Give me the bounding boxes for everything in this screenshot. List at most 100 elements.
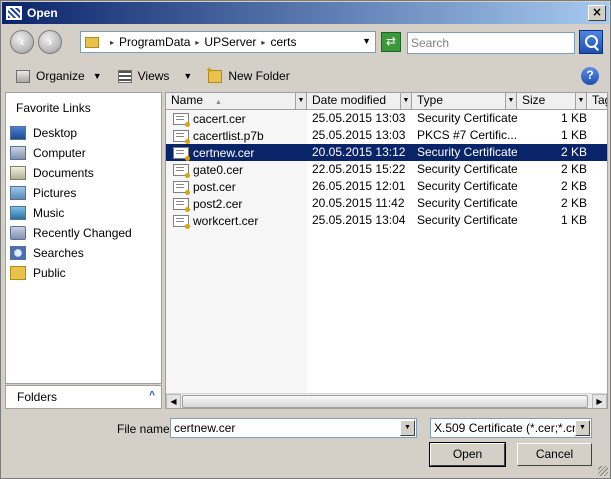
file-row[interactable]: gate0.cer 22.05.2015 15:22 Security Certif… [166,161,607,178]
resize-grip-icon[interactable] [598,466,608,476]
sidebar-item-public[interactable]: Public [9,263,159,283]
filetype-select[interactable]: X.509 Certificate (*.cer;*.crt;*.p ▼ [430,418,592,438]
chevron-down-icon[interactable]: ▼ [505,93,516,109]
file-size: 2 KB [560,196,587,210]
chevron-down-icon[interactable]: ▼ [400,93,411,109]
chevron-down-icon: ▼ [92,71,102,81]
organize-button[interactable]: Organize ▼ [16,69,102,83]
documents-icon [10,166,26,180]
sidebar-item-label: Searches [33,246,84,260]
file-type: PKCS #7 Certific... [417,128,517,142]
column-header-label: Type [417,93,444,107]
scrollbar-thumb[interactable] [182,395,588,408]
column-header-tags[interactable]: Tags [587,93,607,110]
searches-icon [10,246,26,260]
file-date: 25.05.2015 13:04 [312,213,406,227]
sidebar-item-documents[interactable]: Documents [9,163,159,183]
sidebar-item-label: Pictures [33,186,77,200]
folder-icon [85,36,99,48]
views-icon [117,69,132,83]
sidebar-item-pictures[interactable]: Pictures [9,183,159,203]
scroll-left-icon[interactable]: ◀ [166,394,181,408]
arrow-right-icon: › [47,34,53,49]
forward-button[interactable]: › [38,30,62,54]
file-row[interactable]: cacert.cer 25.05.2015 13:03 Security Certi… [166,110,607,127]
organize-label: Organize [36,69,85,83]
sidebar-item-recently-changed[interactable]: Recently Changed [9,223,159,243]
file-row[interactable]: cacertlist.p7b 25.05.2015 13:03 PKCS #7 Ce… [166,127,607,144]
file-row-selected[interactable]: certnew.cer 20.05.2015 13:12 Security Cert… [166,144,607,161]
toolbar: Organize ▼ Views ▼ New Folder ? [2,62,609,90]
file-type: Security Certificate [417,179,517,193]
horizontal-scrollbar[interactable]: ◀ ▶ [166,393,607,408]
sidebar-item-label: Music [33,206,65,220]
open-button[interactable]: Open [429,442,506,467]
filetype-value: X.509 Certificate (*.cer;*.crt;*.p [434,421,576,435]
chevron-down-icon[interactable]: ▼ [575,93,586,109]
certificate-icon [173,129,190,144]
address-bar[interactable]: ▸ ProgramData ▸ UPServer ▸ certs ▼ [80,31,376,53]
desktop-icon [10,126,26,140]
help-button[interactable]: ? [581,67,599,85]
file-date: 25.05.2015 13:03 [312,111,406,125]
folders-toggle[interactable]: Folders ^ [5,385,162,409]
recently-changed-icon [10,226,26,240]
file-row[interactable]: post.cer 26.05.2015 12:01 Security Certifi… [166,178,607,195]
column-header-date[interactable]: Date modified ▼ [307,93,412,110]
cancel-button[interactable]: Cancel [517,443,592,466]
column-header-size[interactable]: Size ▼ [517,93,587,110]
column-header-label: Date modified [312,93,387,107]
file-type: Security Certificate [417,213,517,227]
new-folder-label: New Folder [228,69,290,83]
address-dropdown-icon[interactable]: ▼ [362,36,371,46]
breadcrumb-upserver[interactable]: UPServer [204,35,256,49]
chevron-down-icon[interactable]: ▼ [575,420,590,436]
search-button[interactable] [579,30,603,54]
new-folder-button[interactable]: New Folder [205,65,290,84]
column-header-label: Name [171,93,204,107]
certificate-icon [173,197,190,212]
back-button[interactable]: ‹ [10,30,34,54]
address-row: ‹ › ▸ ProgramData ▸ UPServer ▸ certs ▼ ⇄… [2,25,609,61]
favorite-links-pane: Favorite Links Desktop Computer Document… [5,92,162,384]
sidebar-item-label: Recently Changed [33,226,132,240]
close-button[interactable]: × [588,5,606,21]
search-input[interactable]: Search [407,32,575,54]
refresh-icon: ⇄ [385,34,397,48]
app-icon [5,5,23,21]
organize-icon [16,69,30,83]
chevron-down-icon[interactable]: ▼ [295,93,306,109]
column-headers: Name ▲ ▼ Date modified ▼ Type ▼ Size ▼ Tags [166,93,607,110]
sidebar-item-searches[interactable]: Searches [9,243,159,263]
chevron-down-icon[interactable]: ▼ [400,420,415,436]
breadcrumb-certs[interactable]: certs [270,35,296,49]
file-date: 20.05.2015 11:42 [312,196,405,210]
column-header-label: Tags [592,93,607,107]
filename-value: certnew.cer [174,421,236,435]
file-row[interactable]: post2.cer 20.05.2015 11:42 Security Certif… [166,195,607,212]
refresh-button[interactable]: ⇄ [381,32,401,52]
filename-input[interactable]: certnew.cer ▼ [170,418,417,438]
scroll-right-icon[interactable]: ▶ [592,394,607,408]
music-icon [10,206,26,220]
column-header-type[interactable]: Type ▼ [412,93,517,110]
views-button[interactable]: Views ▼ [117,69,193,83]
file-name: gate0.cer [193,162,244,177]
new-folder-icon [205,65,223,83]
certificate-icon [173,180,190,195]
sidebar-item-desktop[interactable]: Desktop [9,123,159,143]
certificate-icon [173,214,190,229]
sidebar-item-computer[interactable]: Computer [9,143,159,163]
file-date: 26.05.2015 12:01 [312,179,406,193]
sidebar-item-music[interactable]: Music [9,203,159,223]
breadcrumb-programdata[interactable]: ProgramData [119,35,190,49]
title-bar[interactable]: Open × [2,2,609,24]
column-header-name[interactable]: Name ▲ ▼ [166,93,307,110]
file-row[interactable]: workcert.cer 25.05.2015 13:04 Security Cer… [166,212,607,229]
file-date: 22.05.2015 15:22 [312,162,406,176]
chevron-down-icon: ▼ [183,71,193,81]
file-size: 2 KB [560,179,587,193]
folder-icon [10,266,26,280]
file-type: Security Certificate [417,162,517,176]
sidebar-item-label: Desktop [33,126,78,140]
